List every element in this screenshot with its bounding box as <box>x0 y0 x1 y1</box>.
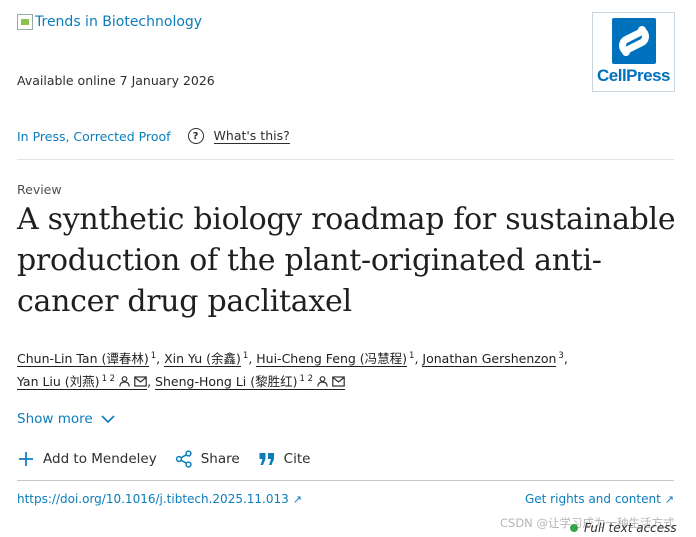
author-name-text: Yan Liu (刘燕) <box>17 374 100 389</box>
author-name[interactable]: Chun-Lin Tan (谭春林) <box>17 351 149 367</box>
author-affiliation-sup: 3 <box>558 350 564 361</box>
full-text-access-label: Full text access <box>584 521 677 535</box>
author-name[interactable]: Xin Yu (余鑫) <box>164 351 241 367</box>
chevron-down-icon <box>101 414 115 423</box>
journal-name: Trends in Biotechnology <box>35 14 203 30</box>
author-affiliation-sup: 1 <box>409 350 415 361</box>
author-item[interactable]: Jonathan Gershenzon 3 <box>422 350 564 367</box>
available-online-date: Available online 7 January 2026 <box>17 73 215 88</box>
divider <box>17 159 674 160</box>
person-icon <box>317 376 328 387</box>
author-name[interactable]: Yan Liu (刘燕) 1 2 <box>17 373 148 390</box>
journal-logo-link[interactable]: Trends in Biotechnology <box>17 14 202 30</box>
author-item[interactable]: Yan Liu (刘燕) 1 2 <box>17 373 148 390</box>
help-circle-icon[interactable]: ? <box>187 128 204 144</box>
article-actions: Add to Mendeley Share Cite <box>17 450 328 468</box>
add-to-mendeley-label: Add to Mendeley <box>43 451 157 467</box>
plus-icon <box>19 452 33 466</box>
share-label: Share <box>200 451 240 467</box>
author-item[interactable]: Chun-Lin Tan (谭春林) 1 <box>17 350 157 367</box>
show-more-label: Show more <box>17 411 93 427</box>
author-name[interactable]: Sheng-Hong Li (黎胜红) 1 2 <box>155 373 346 390</box>
rights-text: Get rights and content <box>524 492 661 506</box>
author-affiliation-sup: 1 <box>242 350 249 361</box>
mail-icon <box>332 376 345 387</box>
cite-label: Cite <box>283 451 311 467</box>
author-name[interactable]: Jonathan Gershenzon <box>422 351 557 367</box>
share-icon <box>175 450 192 468</box>
show-more-button[interactable]: Show more <box>17 411 115 427</box>
author-affiliation-sup: 1 2 <box>101 373 116 384</box>
article-status-row: In Press, Corrected Proof ? What's this? <box>17 128 290 144</box>
divider <box>17 480 674 481</box>
author-affiliation-sup: 1 <box>150 350 157 361</box>
whats-this-link[interactable]: What's this? <box>213 128 290 144</box>
author-item[interactable]: Xin Yu (余鑫) 1 <box>164 350 249 367</box>
cellpress-logo-text: CellPress <box>597 66 671 85</box>
access-dot-icon <box>570 524 578 532</box>
author-item[interactable]: Sheng-Hong Li (黎胜红) 1 2 <box>155 373 346 390</box>
author-name[interactable]: Hui-Cheng Feng (冯慧程) <box>256 351 408 367</box>
cellpress-mark-icon <box>611 18 656 64</box>
author-name-text: Sheng-Hong Li (黎胜红) <box>155 374 298 389</box>
add-to-mendeley-button[interactable]: Add to Mendeley <box>17 450 157 468</box>
cite-button[interactable]: Cite <box>258 450 311 468</box>
article-type-label: Review <box>17 182 62 197</box>
doi-link[interactable]: https://doi.org/10.1016/j.tibtech.2025.1… <box>17 492 302 506</box>
author-item[interactable]: Hui-Cheng Feng (冯慧程) 1 <box>256 350 415 367</box>
person-icon <box>119 376 130 387</box>
article-title: A synthetic biology roadmap for sustaina… <box>17 202 676 319</box>
cellpress-logo[interactable]: CellPress <box>592 12 675 92</box>
quote-icon <box>259 453 274 465</box>
author-affiliation-sup: 1 2 <box>299 373 314 384</box>
rights-link[interactable]: Get rights and content ↗ <box>525 492 674 506</box>
share-button[interactable]: Share <box>175 450 240 468</box>
external-link-icon: ↗ <box>664 492 674 506</box>
doi-text: https://doi.org/10.1016/j.tibtech.2025.1… <box>17 492 289 506</box>
external-link-icon: ↗ <box>292 492 302 506</box>
mail-icon <box>134 376 147 387</box>
broken-image-icon <box>17 14 33 30</box>
in-press-link[interactable]: In Press, Corrected Proof <box>17 129 171 144</box>
author-list: Chun-Lin Tan (谭春林) 1, Xin Yu (余鑫) 1, Hui-C… <box>17 350 568 390</box>
full-text-access-badge: Full text access <box>570 521 677 535</box>
